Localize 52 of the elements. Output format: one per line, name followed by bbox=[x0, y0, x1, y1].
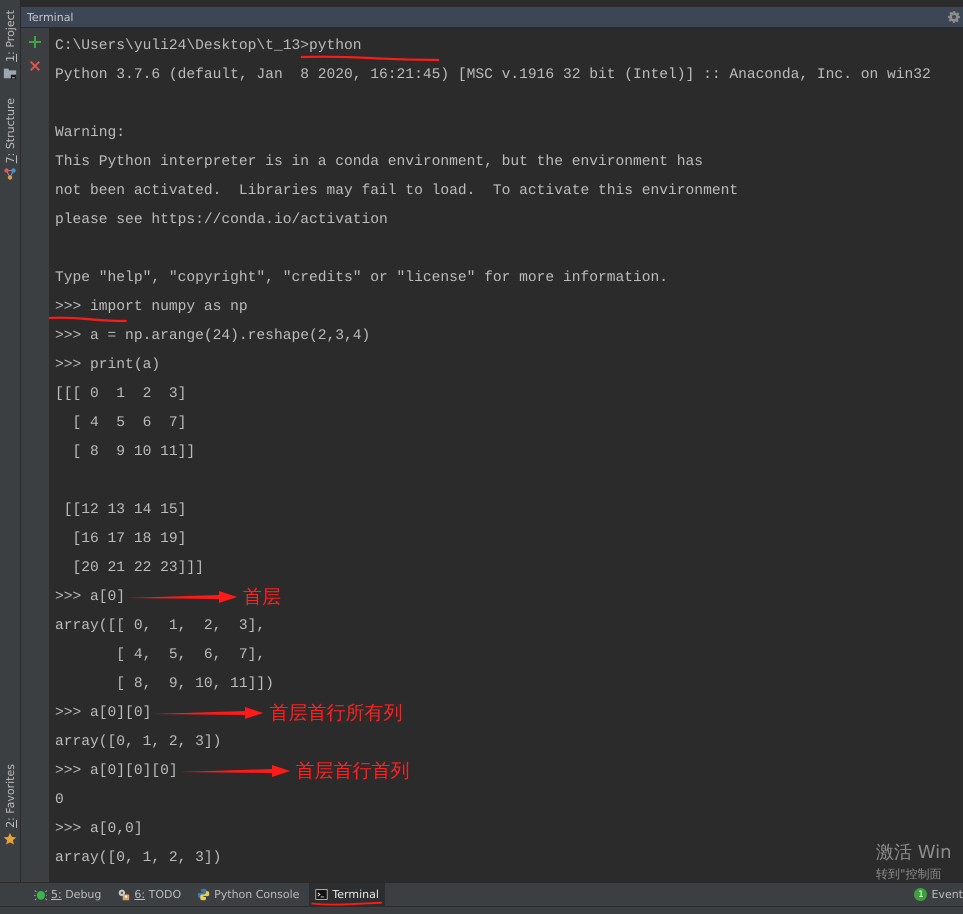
activation-notice: 激活 Win bbox=[876, 841, 953, 865]
tool-window-tab[interactable]: 5: Debug bbox=[28, 883, 108, 906]
terminal-line: array([[ 0, 1, 2, 3], bbox=[55, 616, 266, 636]
tool-window-tab[interactable]: 6: TODO bbox=[111, 883, 188, 906]
tool-window-tab[interactable]: Python Console bbox=[191, 883, 306, 906]
underline-mark bbox=[311, 901, 383, 906]
annotation-label: 首层首行所有列 bbox=[269, 700, 402, 724]
settings-icon[interactable] bbox=[948, 11, 960, 23]
terminal-line: not been activated. Libraries may fail to load. To activate this environment bbox=[55, 182, 738, 200]
gears-person-icon bbox=[117, 888, 130, 901]
side-tab[interactable]: 7: Structure bbox=[4, 98, 16, 164]
terminal-line: >>> a = np.arange(24).reshape(2,3,4) bbox=[55, 326, 370, 346]
terminal-line: [ 4 5 6 7] bbox=[72, 414, 186, 432]
terminal-line: >>> print(a) bbox=[55, 356, 160, 374]
terminal-line: >>> a[0][0][0] bbox=[55, 762, 178, 780]
side-tab[interactable]: 2: Favorites bbox=[4, 764, 16, 828]
terminal-line: please see https://conda.io/activation bbox=[55, 210, 388, 230]
panel-title: Terminal bbox=[27, 10, 74, 24]
folder-icon bbox=[3, 66, 17, 80]
terminal-line: [ 4, 5, 6, 7], bbox=[115, 646, 266, 664]
terminal-line: Warning: bbox=[55, 124, 126, 142]
terminal-line: Type "help", "copyright", "credits" or "license" for more information. bbox=[55, 268, 668, 288]
activation-notice: 转到"控制面 bbox=[876, 866, 943, 883]
tool-window-tab[interactable]: Terminal bbox=[309, 883, 385, 906]
star-icon bbox=[3, 832, 17, 846]
terminal-icon bbox=[315, 888, 328, 901]
add-icon[interactable] bbox=[29, 36, 41, 48]
event-log-tab[interactable]: Event bbox=[931, 888, 963, 901]
terminal-line: array([0, 1, 2, 3]) bbox=[55, 848, 222, 868]
terminal-line: Python 3.7.6 (default, Jan 8 2020, 16:21:45) [MSC v.1916 32 bit (Intel)] :: Anaconda, Inc. on win32 bbox=[55, 66, 931, 84]
terminal-line: [20 21 22 23]]] bbox=[72, 558, 204, 578]
terminal-line: [[12 13 14 15] bbox=[62, 500, 186, 520]
terminal-line: [16 17 18 19] bbox=[72, 530, 186, 548]
terminal-line: [[[ 0 1 2 3] bbox=[55, 384, 186, 404]
side-tab[interactable]: 1: Project bbox=[4, 10, 16, 62]
terminal-line: C:\Users\yuli24\Desktop\t_13>python bbox=[55, 36, 362, 56]
notification-badge: 1 bbox=[914, 888, 928, 901]
annotation-label: 首层首行首列 bbox=[296, 758, 410, 782]
terminal-line: >>> a[0][0] bbox=[55, 704, 152, 722]
terminal-line: [ 8 9 10 11]] bbox=[72, 442, 196, 462]
python-logo-icon bbox=[197, 888, 210, 901]
terminal-line: >>> import numpy as np bbox=[55, 296, 248, 316]
hierarchy-icon bbox=[3, 167, 17, 182]
annotation-label: 首层 bbox=[243, 584, 282, 608]
terminal-line: >>> a[0,0] bbox=[55, 820, 143, 838]
bug-icon bbox=[34, 888, 47, 901]
terminal-line: >>> a[0] bbox=[55, 588, 126, 606]
terminal-line: [ 8, 9, 10, 11]]) bbox=[115, 674, 274, 694]
close-icon[interactable] bbox=[29, 60, 41, 72]
terminal-line: 0 bbox=[55, 790, 64, 810]
terminal-line: This Python interpreter is in a conda environment, but the environment has bbox=[55, 152, 704, 172]
terminal-line: array([0, 1, 2, 3]) bbox=[55, 732, 222, 752]
